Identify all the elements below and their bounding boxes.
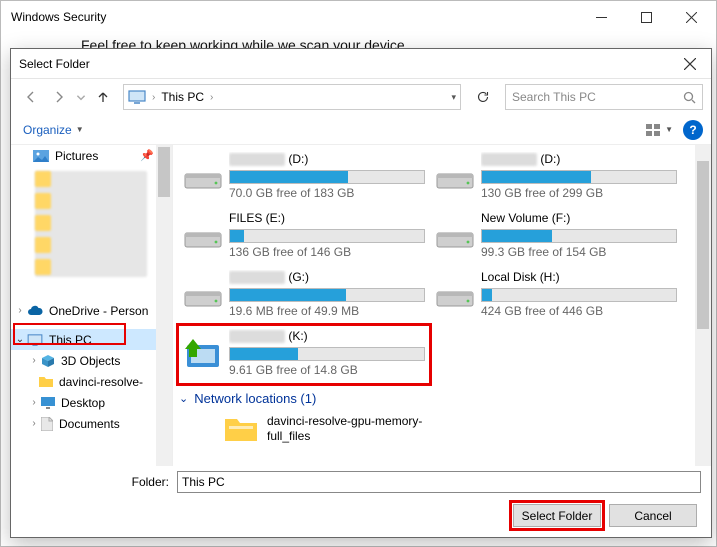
drive-free-text: 70.0 GB free of 183 GB <box>229 186 425 200</box>
dialog-title: Select Folder <box>19 57 90 71</box>
hdd-icon <box>183 276 223 312</box>
chevron-down-icon: ▼ <box>76 125 84 134</box>
back-button[interactable] <box>19 85 43 109</box>
dialog-close-button[interactable] <box>675 50 705 78</box>
chevron-right-icon: › <box>29 355 39 366</box>
cancel-button[interactable]: Cancel <box>609 504 697 527</box>
removable-drive-icon <box>183 335 223 371</box>
select-folder-dialog: Select Folder › This PC › ▾ Search This … <box>10 48 712 538</box>
address-bar[interactable]: › This PC › ▾ <box>123 84 461 110</box>
network-item[interactable]: davinci-resolve-gpu-memory-full_files <box>173 410 711 448</box>
hdd-icon <box>183 158 223 194</box>
usage-bar <box>481 170 677 184</box>
usage-bar <box>481 288 677 302</box>
content-pane: (D:) 70.0 GB free of 183 GB (D:) 130 GB … <box>173 145 711 466</box>
chevron-right-icon: › <box>15 305 25 316</box>
section-network-locations[interactable]: ⌄ Network locations (1) <box>173 387 711 410</box>
section-label: Network locations (1) <box>194 391 316 406</box>
cloud-icon <box>27 305 43 316</box>
sidebar-item-label: 3D Objects <box>61 354 120 368</box>
toolbar: Organize ▼ ▼ ? <box>11 115 711 145</box>
organize-button[interactable]: Organize ▼ <box>19 121 88 139</box>
refresh-button[interactable] <box>469 84 497 110</box>
nav-row: › This PC › ▾ Search This PC <box>11 79 711 115</box>
sidebar-item-label: OneDrive - Person <box>49 304 148 318</box>
usage-bar <box>229 170 425 184</box>
forward-button[interactable] <box>47 85 71 109</box>
bg-title-text: Windows Security <box>11 10 106 24</box>
drive-item[interactable]: (K:) 9.61 GB free of 14.8 GB <box>179 326 429 383</box>
breadcrumb-sep-icon: › <box>210 92 213 103</box>
help-button[interactable]: ? <box>683 120 703 140</box>
search-icon <box>683 91 696 104</box>
pin-icon: 📌 <box>140 149 154 162</box>
drive-item[interactable]: (D:) 70.0 GB free of 183 GB <box>179 149 429 206</box>
bg-close-button[interactable] <box>669 1 714 33</box>
sidebar-item-label: davinci-resolve- <box>59 375 143 389</box>
sidebar-item-onedrive[interactable]: › OneDrive - Person <box>11 300 172 321</box>
cube-icon <box>41 354 55 368</box>
chevron-down-icon: ⌄ <box>179 392 188 405</box>
sidebar-item-label: Pictures <box>55 149 98 163</box>
drive-free-text: 99.3 GB free of 154 GB <box>481 245 677 259</box>
hdd-icon <box>435 276 475 312</box>
search-input[interactable]: Search This PC <box>505 84 703 110</box>
usage-bar <box>481 229 677 243</box>
folder-icon <box>39 376 53 388</box>
drive-free-text: 130 GB free of 299 GB <box>481 186 677 200</box>
usage-bar <box>229 347 425 361</box>
sidebar-scrollbar[interactable] <box>156 145 172 466</box>
blurred-region <box>35 171 147 277</box>
address-dropdown-icon[interactable]: ▾ <box>451 92 456 103</box>
drive-item[interactable]: New Volume (F:) 99.3 GB free of 154 GB <box>431 208 681 265</box>
pictures-icon <box>33 150 49 162</box>
folder-row: Folder: <box>11 466 711 498</box>
this-pc-icon <box>128 90 146 104</box>
up-button[interactable] <box>91 85 115 109</box>
folder-input[interactable] <box>177 471 701 493</box>
usage-bar <box>229 288 425 302</box>
drive-free-text: 19.6 MB free of 49.9 MB <box>229 304 425 318</box>
sidebar-item-desktop[interactable]: › Desktop <box>11 392 172 413</box>
content-scrollbar[interactable] <box>695 145 711 466</box>
drive-free-text: 136 GB free of 146 GB <box>229 245 425 259</box>
highlight-frame <box>13 323 126 345</box>
chevron-right-icon: › <box>29 397 39 408</box>
bg-minimize-button[interactable] <box>579 1 624 33</box>
breadcrumb-text: This PC <box>161 90 204 104</box>
bg-maximize-button[interactable] <box>624 1 669 33</box>
chevron-down-icon: ▼ <box>665 125 673 134</box>
documents-icon <box>41 417 53 431</box>
select-folder-button[interactable]: Select Folder <box>513 504 601 527</box>
drive-item[interactable]: Local Disk (H:) 424 GB free of 446 GB <box>431 267 681 324</box>
network-item-label: davinci-resolve-gpu-memory-full_files <box>267 414 457 444</box>
sidebar-tree: Pictures 📌 › OneDrive - Person ⌄ <box>11 145 173 466</box>
drive-free-text: 424 GB free of 446 GB <box>481 304 677 318</box>
sidebar-item-davinci[interactable]: davinci-resolve- <box>11 371 172 392</box>
desktop-icon <box>41 397 55 409</box>
hdd-icon <box>435 217 475 253</box>
breadcrumb-sep-icon: › <box>152 92 155 103</box>
folder-icon <box>223 414 259 444</box>
drive-item[interactable]: (G:) 19.6 MB free of 49.9 MB <box>179 267 429 324</box>
drives-list: (D:) 70.0 GB free of 183 GB (D:) 130 GB … <box>173 145 711 387</box>
sidebar-item-label: Desktop <box>61 396 105 410</box>
sidebar-item-pictures[interactable]: Pictures 📌 <box>11 145 172 166</box>
sidebar-item-3d-objects[interactable]: › 3D Objects <box>11 350 172 371</box>
drive-free-text: 9.61 GB free of 14.8 GB <box>229 363 425 377</box>
dialog-buttons: Select Folder Cancel <box>11 498 711 537</box>
view-button[interactable]: ▼ <box>642 122 677 138</box>
recent-dropdown-icon[interactable] <box>75 85 87 109</box>
usage-bar <box>229 229 425 243</box>
drive-item[interactable]: (D:) 130 GB free of 299 GB <box>431 149 681 206</box>
hdd-icon <box>183 217 223 253</box>
sidebar-item-documents[interactable]: › Documents <box>11 413 172 434</box>
search-placeholder: Search This PC <box>512 90 677 104</box>
sidebar-item-label: Documents <box>59 417 120 431</box>
chevron-right-icon: › <box>29 418 39 429</box>
hdd-icon <box>435 158 475 194</box>
drive-item[interactable]: FILES (E:) 136 GB free of 146 GB <box>179 208 429 265</box>
folder-label: Folder: <box>21 475 171 489</box>
